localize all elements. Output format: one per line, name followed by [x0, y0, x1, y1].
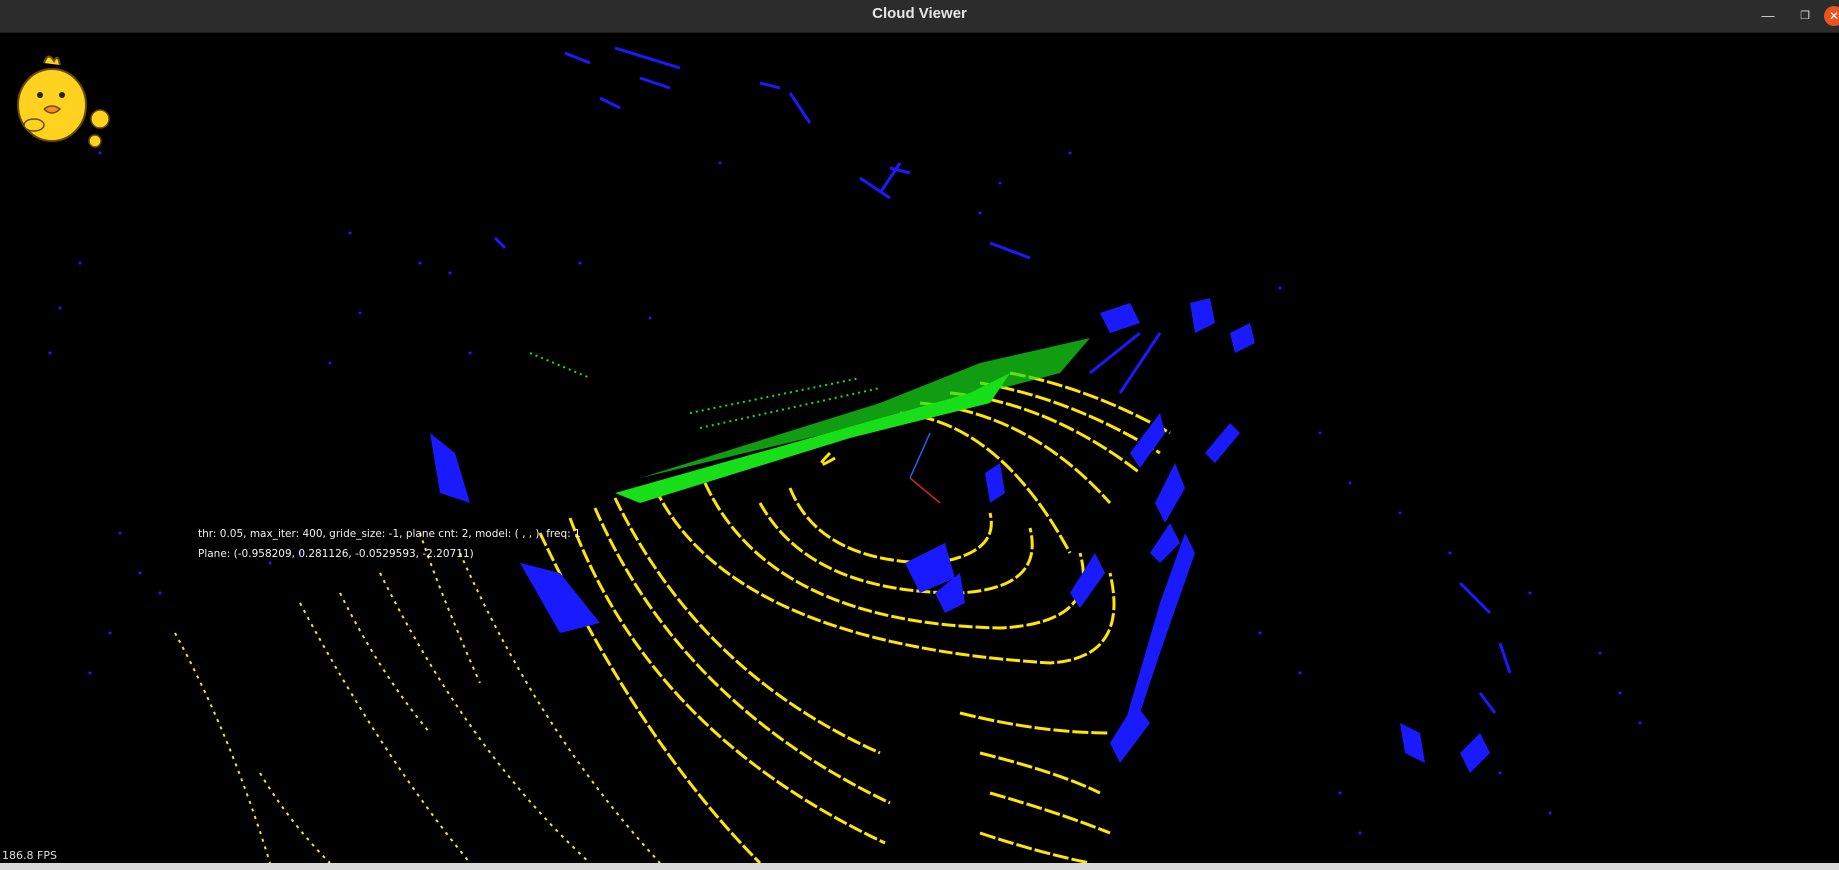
ransac-parameters-text: thr: 0.05, max_iter: 400, gride_size: -1…	[198, 528, 581, 540]
minimize-icon[interactable]: —	[1758, 6, 1778, 26]
ground-points	[538, 451, 1116, 863]
window-titlebar[interactable]: Cloud Viewer — ❐ ✕	[0, 0, 1839, 33]
window-title: Cloud Viewer	[872, 5, 967, 22]
restore-icon[interactable]: ❐	[1795, 6, 1815, 26]
bottom-edge	[0, 863, 1839, 870]
obstacle-scatter	[38, 136, 1642, 835]
plane-equation-text: Plane: (-0.958209, 0.281126, -0.0529593,…	[198, 548, 474, 560]
close-icon[interactable]: ✕	[1824, 6, 1839, 26]
ground-points-far	[174, 532, 661, 863]
yellow-chick-sticker	[17, 55, 110, 148]
point-cloud-viewport[interactable]: thr: 0.05, max_iter: 400, gride_size: -1…	[0, 33, 1839, 863]
point-cloud-canvas[interactable]	[0, 33, 1839, 863]
fps-counter: 186.8 FPS	[2, 849, 57, 862]
sensor-axes	[909, 432, 941, 504]
detected-plane-points	[529, 338, 1090, 503]
ground-points-right	[899, 371, 1171, 863]
obstacle-clusters	[430, 298, 1490, 773]
